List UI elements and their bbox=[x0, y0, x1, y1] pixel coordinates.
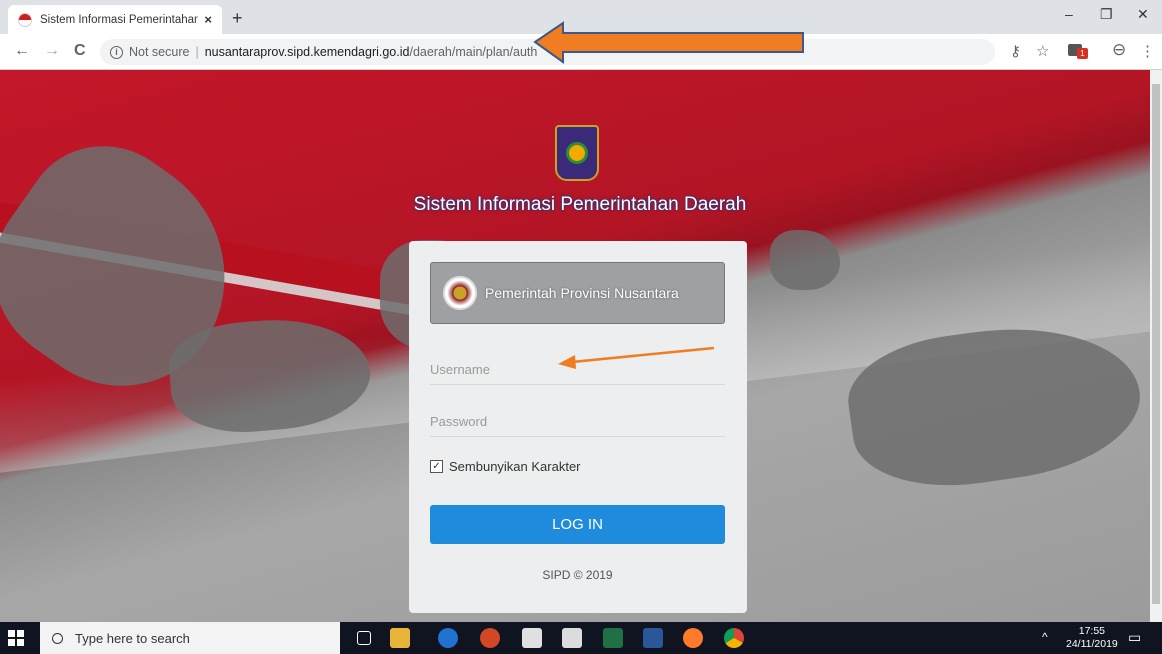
taskbar-search-box[interactable]: Type here to search bbox=[40, 622, 340, 654]
store-icon[interactable] bbox=[522, 628, 542, 648]
edge-browser-icon[interactable] bbox=[438, 628, 458, 648]
copyright-footer: SIPD © 2019 bbox=[542, 568, 613, 582]
hide-characters-label: Sembunyikan Karakter bbox=[449, 459, 581, 474]
page-scrollbar[interactable] bbox=[1150, 70, 1162, 622]
window-close-button[interactable]: ✕ bbox=[1137, 6, 1149, 23]
address-bar[interactable]: i Not secure | nusantaraprov.sipd.kemend… bbox=[100, 39, 995, 65]
menu-icon[interactable]: ⋮ bbox=[1140, 42, 1155, 60]
forward-button[interactable]: → bbox=[44, 42, 60, 60]
firefox-icon[interactable] bbox=[683, 628, 703, 648]
password-input[interactable] bbox=[430, 407, 725, 437]
restore-button[interactable]: ❐ bbox=[1100, 6, 1113, 23]
password-key-icon[interactable]: ⚷ bbox=[1010, 42, 1021, 60]
windows-taskbar: Type here to search ^ 17:55 24/11/2019 ▭ bbox=[0, 622, 1162, 654]
login-button[interactable]: LOG IN bbox=[430, 505, 725, 544]
screen: Sistem Informasi Pemerintahan D × + – ❐ … bbox=[0, 0, 1162, 654]
logo-emblem-icon bbox=[566, 142, 588, 164]
powerpoint-icon[interactable] bbox=[480, 628, 500, 648]
reload-button[interactable]: C bbox=[74, 42, 86, 60]
url-path: /daerah/main/plan/auth bbox=[409, 45, 538, 59]
extension-badge: 1 bbox=[1077, 48, 1088, 59]
browser-tab-bar: Sistem Informasi Pemerintahan D × + – ❐ … bbox=[0, 0, 1162, 34]
new-tab-button[interactable]: + bbox=[232, 8, 243, 29]
chrome-icon[interactable] bbox=[724, 628, 744, 648]
browser-toolbar: ← → C i Not secure | nusantaraprov.sipd.… bbox=[0, 34, 1162, 70]
url-host: nusantaraprov.sipd.kemendagri.go.id bbox=[204, 45, 410, 59]
map-island-maluku bbox=[770, 230, 840, 290]
garuda-emblem-icon bbox=[443, 276, 477, 310]
mail-icon[interactable] bbox=[562, 628, 582, 648]
profile-icon[interactable]: ⊖ bbox=[1112, 40, 1126, 60]
task-view-icon[interactable] bbox=[357, 631, 371, 645]
taskbar-clock[interactable]: 17:55 24/11/2019 bbox=[1066, 625, 1118, 651]
search-icon bbox=[52, 632, 63, 644]
kemendagri-logo bbox=[555, 125, 599, 181]
notification-center-icon[interactable]: ▭ bbox=[1128, 629, 1141, 646]
url-separator: | bbox=[195, 45, 199, 59]
clock-time: 17:55 bbox=[1078, 625, 1106, 637]
login-card: Pemerintah Provinsi Nusantara ✓ Sembunyi… bbox=[409, 241, 747, 613]
tray-expand-icon[interactable]: ^ bbox=[1042, 630, 1048, 644]
app-title: Sistem Informasi Pemerintahan Daerah bbox=[413, 194, 747, 215]
file-explorer-icon[interactable] bbox=[390, 628, 410, 648]
windows-start-icon[interactable] bbox=[8, 630, 24, 646]
clock-date: 24/11/2019 bbox=[1066, 638, 1118, 650]
site-info-icon[interactable]: i bbox=[110, 45, 123, 59]
taskbar-search-placeholder: Type here to search bbox=[75, 630, 190, 646]
username-input[interactable] bbox=[430, 355, 725, 385]
tab-title: Sistem Informasi Pemerintahan D bbox=[40, 13, 199, 26]
government-selector[interactable]: Pemerintah Provinsi Nusantara bbox=[430, 262, 725, 324]
extension-icon[interactable]: 1 bbox=[1068, 42, 1088, 59]
tab-close-icon[interactable]: × bbox=[204, 12, 212, 27]
browser-tab[interactable]: Sistem Informasi Pemerintahan D × bbox=[8, 5, 222, 34]
word-icon[interactable] bbox=[643, 628, 663, 648]
checkbox-check-icon[interactable]: ✓ bbox=[430, 460, 443, 473]
hide-characters-checkbox[interactable]: ✓ Sembunyikan Karakter bbox=[430, 459, 581, 474]
back-button[interactable]: ← bbox=[14, 42, 30, 60]
minimize-button[interactable]: – bbox=[1065, 6, 1073, 22]
excel-icon[interactable] bbox=[603, 628, 623, 648]
bookmark-star-icon[interactable]: ☆ bbox=[1036, 42, 1049, 60]
scrollbar-thumb[interactable] bbox=[1152, 84, 1160, 604]
flag-favicon-icon bbox=[18, 12, 32, 27]
security-label: Not secure bbox=[129, 45, 190, 59]
government-name: Pemerintah Provinsi Nusantara bbox=[485, 285, 679, 301]
